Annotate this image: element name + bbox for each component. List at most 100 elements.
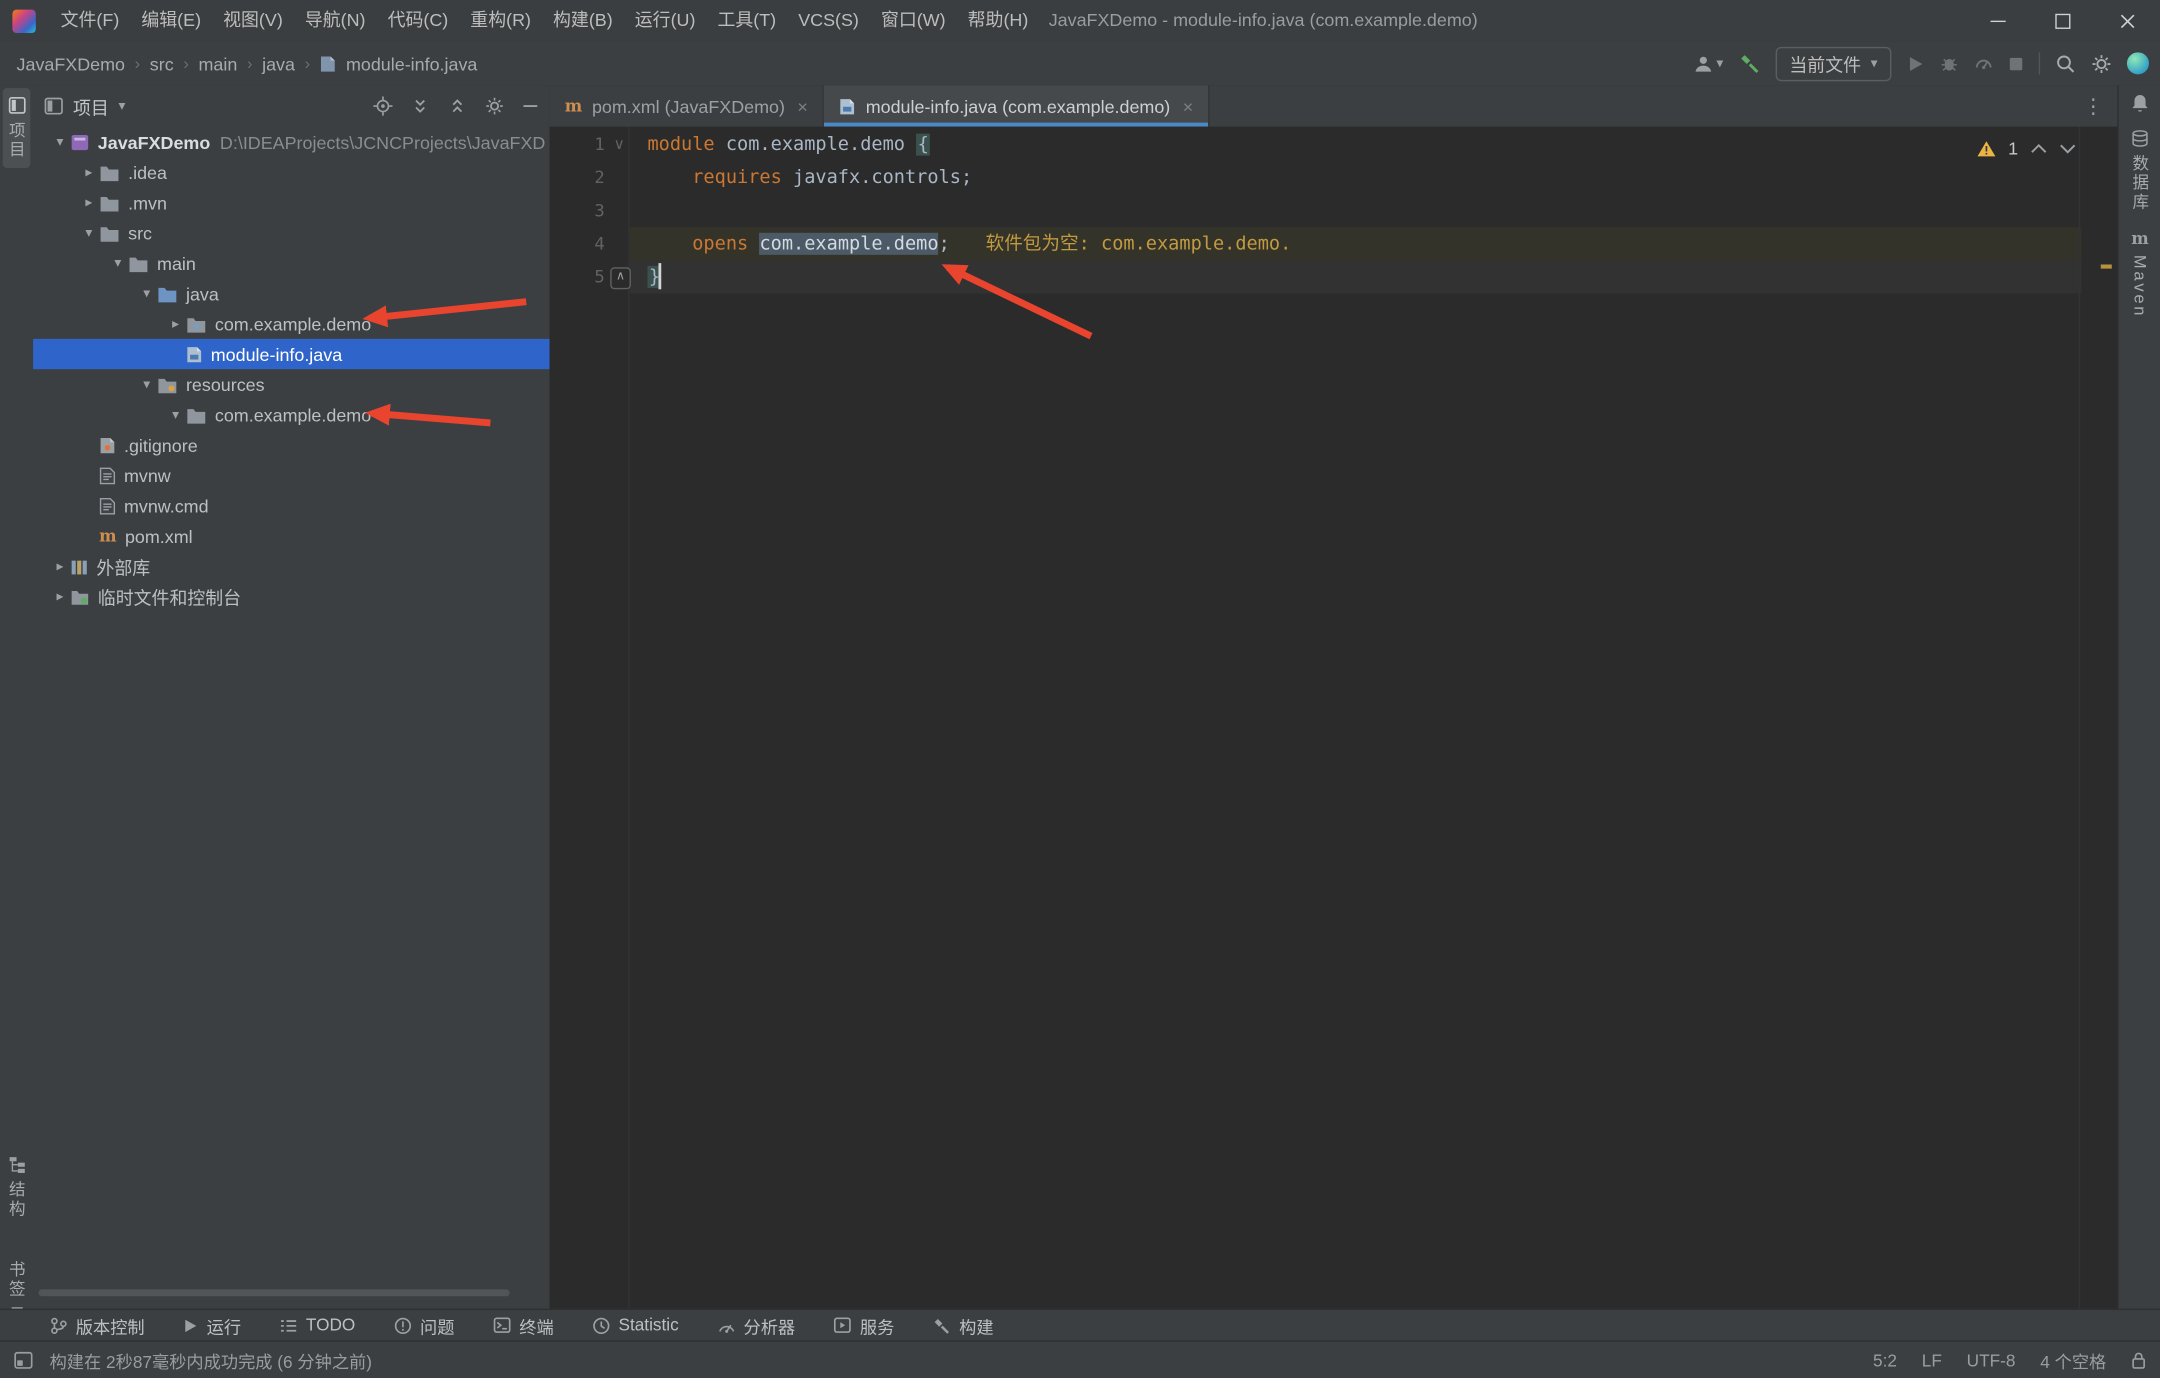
project-panel-title[interactable]: 项目 xyxy=(73,93,109,119)
tree-row-external-libraries[interactable]: ▸ 外部库 xyxy=(33,551,550,581)
breadcrumb-file[interactable]: module-info.java xyxy=(346,53,477,74)
assistant-sphere-icon[interactable] xyxy=(2127,52,2149,74)
menu-code[interactable]: 代码(C) xyxy=(377,0,460,41)
close-icon[interactable]: × xyxy=(797,96,807,117)
file-encoding[interactable]: UTF-8 xyxy=(1967,1351,2016,1370)
breadcrumb-project[interactable]: JavaFXDemo xyxy=(17,53,125,74)
tree-row-mvn[interactable]: ▸ .mvn xyxy=(33,187,550,217)
line-separator[interactable]: LF xyxy=(1922,1351,1942,1370)
menu-file[interactable]: 文件(F) xyxy=(50,0,131,41)
tool-button-services[interactable]: 服务 xyxy=(834,1312,895,1338)
menu-run[interactable]: 运行(U) xyxy=(624,0,707,41)
fold-end-icon[interactable]: ∧ xyxy=(610,267,631,289)
tree-row-pom[interactable]: m pom.xml xyxy=(33,521,550,551)
tool-window-layout-icon[interactable] xyxy=(14,1351,33,1369)
chevron-right-icon[interactable]: ▸ xyxy=(165,316,186,331)
tree-row-module-info[interactable]: module-info.java xyxy=(33,339,550,369)
fold-region-icon[interactable]: ∨ xyxy=(610,128,628,161)
tab-pom-xml[interactable]: m pom.xml (JavaFXDemo) × xyxy=(550,85,825,126)
breadcrumb-main[interactable]: main xyxy=(198,53,237,74)
tree-row-mvnw-cmd[interactable]: mvnw.cmd xyxy=(33,490,550,520)
tool-stripe-project[interactable]: 项目 xyxy=(3,88,31,168)
lock-icon[interactable] xyxy=(2131,1351,2146,1369)
breadcrumb-src[interactable]: src xyxy=(150,53,174,74)
menu-window[interactable]: 窗口(W) xyxy=(870,0,957,41)
build-hammer-icon[interactable] xyxy=(1738,52,1760,74)
chevron-down-icon[interactable]: ▾ xyxy=(50,134,71,149)
tool-button-statistic[interactable]: Statistic xyxy=(592,1316,678,1335)
tree-row-scratches[interactable]: ▸ 临时文件和控制台 xyxy=(33,581,550,611)
tab-module-info[interactable]: module-info.java (com.example.demo) × xyxy=(824,85,1209,126)
chevron-down-icon[interactable]: ▾ xyxy=(136,286,157,301)
error-stripe-warning-mark[interactable] xyxy=(2101,264,2112,268)
panel-settings-gear-icon[interactable] xyxy=(485,96,504,115)
chevron-down-icon: ▾ xyxy=(1871,56,1878,71)
menu-navigate[interactable]: 导航(N) xyxy=(294,0,377,41)
tree-row-package-java[interactable]: ▸ com.example.demo xyxy=(33,309,550,339)
prev-problem-icon[interactable] xyxy=(2031,143,2048,154)
chevron-right-icon[interactable]: ▸ xyxy=(79,165,100,180)
tool-stripe-database[interactable]: 数据库 xyxy=(2119,121,2160,220)
next-problem-icon[interactable] xyxy=(2059,143,2076,154)
stop-button[interactable] xyxy=(2008,56,2023,71)
minimize-button[interactable] xyxy=(1966,0,2031,41)
menu-edit[interactable]: 编辑(E) xyxy=(130,0,212,41)
menu-vcs[interactable]: VCS(S) xyxy=(787,0,870,41)
chevron-right-icon[interactable]: ▸ xyxy=(79,195,100,210)
warning-icon xyxy=(1976,140,1995,157)
breadcrumb-java[interactable]: java xyxy=(262,53,295,74)
status-message[interactable]: 构建在 2秒87毫秒内成功完成 (6 分钟之前) xyxy=(50,1347,372,1373)
tree-row-project-root[interactable]: ▾ JavaFXDemo D:\IDEAProjects\JCNCProject… xyxy=(33,127,550,157)
tool-button-version-control[interactable]: 版本控制 xyxy=(50,1312,145,1338)
tree-row-resources[interactable]: ▾ resources xyxy=(33,369,550,399)
run-button[interactable] xyxy=(1907,54,1925,72)
close-button[interactable] xyxy=(2095,0,2160,41)
close-icon[interactable]: × xyxy=(1183,96,1193,117)
tool-button-todo[interactable]: TODO xyxy=(280,1316,356,1335)
editor-body[interactable]: 1 2 3 4 5 ∨ ∧ module com.example.demo { … xyxy=(550,127,2118,1309)
search-icon[interactable] xyxy=(2055,53,2076,74)
tree-row-package-resources[interactable]: ▾ com.example.demo xyxy=(33,399,550,429)
menu-help[interactable]: 帮助(H) xyxy=(957,0,1040,41)
chevron-down-icon[interactable]: ▾ xyxy=(118,98,125,113)
profiler-button[interactable] xyxy=(1974,54,1993,73)
hide-panel-icon[interactable] xyxy=(522,98,539,115)
caret-position[interactable]: 5:2 xyxy=(1873,1351,1897,1370)
chevron-down-icon[interactable]: ▾ xyxy=(136,377,157,392)
tool-stripe-notifications[interactable] xyxy=(2119,85,2160,121)
tool-button-problems[interactable]: 问题 xyxy=(394,1312,455,1338)
chevron-down-icon[interactable]: ▾ xyxy=(79,225,100,240)
tree-row-java[interactable]: ▾ java xyxy=(33,278,550,308)
menu-tools[interactable]: 工具(T) xyxy=(706,0,787,41)
tool-stripe-maven[interactable]: m Maven xyxy=(2119,220,2160,326)
expand-all-icon[interactable] xyxy=(411,96,430,115)
tool-button-build[interactable]: 构建 xyxy=(933,1312,994,1338)
tool-button-terminal[interactable]: 终端 xyxy=(493,1312,554,1338)
collapse-all-icon[interactable] xyxy=(448,96,467,115)
chevron-down-icon[interactable]: ▾ xyxy=(107,256,128,271)
menu-build[interactable]: 构建(B) xyxy=(542,0,624,41)
settings-gear-icon[interactable] xyxy=(2091,53,2112,74)
indent-size[interactable]: 4 个空格 xyxy=(2040,1347,2106,1373)
maximize-button[interactable] xyxy=(2031,0,2096,41)
menu-refactor[interactable]: 重构(R) xyxy=(459,0,542,41)
menu-view[interactable]: 视图(V) xyxy=(212,0,294,41)
tree-row-src[interactable]: ▾ src xyxy=(33,218,550,248)
tree-row-mvnw[interactable]: mvnw xyxy=(33,460,550,490)
tree-row-idea[interactable]: ▸ .idea xyxy=(33,157,550,187)
window-title: JavaFXDemo - module-info.java (com.examp… xyxy=(1049,0,1478,41)
run-configuration-select[interactable]: 当前文件 ▾ xyxy=(1776,46,1892,80)
tab-options-icon[interactable]: ⋮ xyxy=(2083,94,2104,119)
locate-file-icon[interactable] xyxy=(373,96,392,115)
debug-button[interactable] xyxy=(1940,54,1959,73)
tool-button-profiler[interactable]: 分析器 xyxy=(717,1312,795,1338)
user-icon[interactable]: ▾ xyxy=(1693,53,1723,74)
inspection-widget[interactable]: 1 xyxy=(1976,138,2076,159)
tool-button-run[interactable]: 运行 xyxy=(183,1312,241,1338)
chevron-down-icon[interactable]: ▾ xyxy=(165,407,186,422)
tree-row-main[interactable]: ▾ main xyxy=(33,248,550,278)
horizontal-scrollbar[interactable] xyxy=(39,1289,510,1296)
chevron-right-icon[interactable]: ▸ xyxy=(50,589,71,604)
tree-row-gitignore[interactable]: .gitignore xyxy=(33,430,550,460)
chevron-right-icon[interactable]: ▸ xyxy=(50,559,71,574)
